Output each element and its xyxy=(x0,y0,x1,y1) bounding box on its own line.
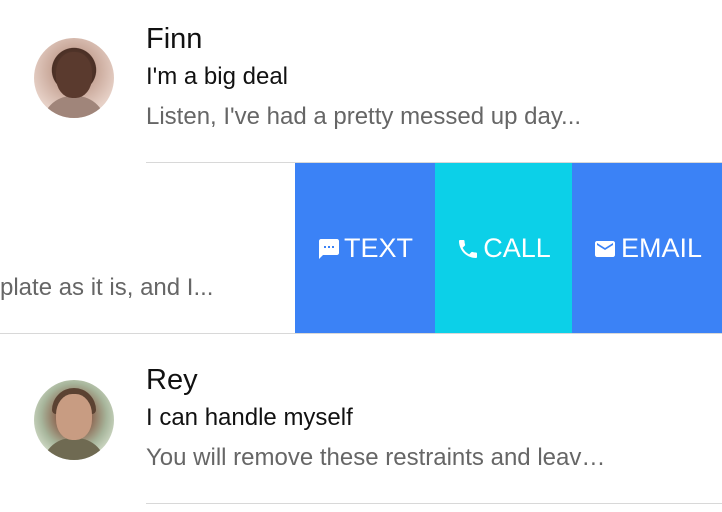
call-action-label: CALL xyxy=(483,233,551,263)
contact-name: Finn xyxy=(146,23,203,55)
message-subject: I can handle myself xyxy=(146,404,353,431)
message-list: Finn I'm a big deal Listen, I've had a p… xyxy=(0,0,722,512)
message-preview: You will remove these restraints and lea… xyxy=(146,444,606,471)
divider xyxy=(146,503,722,504)
message-preview: plate as it is, and I... xyxy=(0,274,214,301)
phone-icon xyxy=(456,237,480,261)
email-action-label: EMAIL xyxy=(620,233,703,263)
email-action-button[interactable]: EMAIL xyxy=(572,163,722,334)
list-item-finn[interactable]: Finn I'm a big deal Listen, I've had a p… xyxy=(0,0,722,163)
text-action-label: TEXT xyxy=(343,233,413,263)
text-action-button[interactable]: TEXT xyxy=(295,163,435,334)
avatar-finn xyxy=(34,38,114,118)
swipe-actions: TEXT CALL EMAIL xyxy=(295,163,722,334)
contact-name: Rey xyxy=(146,364,198,396)
envelope-icon xyxy=(592,237,618,261)
call-action-button[interactable]: CALL xyxy=(435,163,572,334)
list-item-swiped[interactable]: plate as it is, and I... TEXT CALL EMAIL xyxy=(0,163,722,334)
message-subject: I'm a big deal xyxy=(146,63,288,90)
chat-bubble-icon xyxy=(317,237,341,261)
avatar-rey xyxy=(34,380,114,460)
list-item-rey[interactable]: Rey I can handle myself You will remove … xyxy=(0,334,722,512)
message-preview: Listen, I've had a pretty messed up day.… xyxy=(146,103,582,130)
